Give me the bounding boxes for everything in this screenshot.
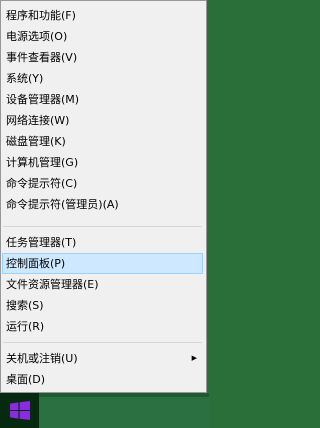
menu-item-label: 程序和功能(F): [6, 9, 76, 22]
menu-item-programs-and-features[interactable]: 程序和功能(F): [2, 5, 203, 26]
menu-item-disk-management[interactable]: 磁盘管理(K): [2, 131, 203, 152]
menu-item-network-connections[interactable]: 网络连接(W): [2, 110, 203, 131]
menu-item-label: 文件资源管理器(E): [6, 278, 99, 291]
menu-item-device-manager[interactable]: 设备管理器(M): [2, 89, 203, 110]
menu-item-label: 命令提示符(C): [6, 177, 78, 190]
menu-item-event-viewer[interactable]: 事件查看器(V): [2, 47, 203, 68]
menu-separator: [3, 226, 202, 227]
menu-item-search[interactable]: 搜索(S): [2, 295, 203, 316]
menu-item-computer-management[interactable]: 计算机管理(G): [2, 152, 203, 173]
menu-item-shutdown-or-sign-out[interactable]: 关机或注销(U) ▶: [2, 348, 203, 369]
menu-item-label: 运行(R): [6, 320, 45, 333]
menu-item-power-options[interactable]: 电源选项(O): [2, 26, 203, 47]
submenu-arrow-icon: ▶: [191, 354, 197, 362]
menu-item-run[interactable]: 运行(R): [2, 316, 203, 337]
menu-item-label: 磁盘管理(K): [6, 135, 66, 148]
menu-separator: [3, 342, 202, 343]
menu-item-control-panel[interactable]: 控制面板(P): [2, 253, 203, 274]
menu-item-label: 命令提示符(管理员)(A): [6, 198, 119, 211]
menu-item-label: 桌面(D): [6, 373, 46, 386]
menu-item-file-explorer[interactable]: 文件资源管理器(E): [2, 274, 203, 295]
menu-item-label: 系统(Y): [6, 72, 44, 85]
menu-item-label: 计算机管理(G): [6, 156, 79, 169]
start-button[interactable]: [0, 393, 39, 428]
menu-item-label: 事件查看器(V): [6, 51, 78, 64]
menu-item-task-manager[interactable]: 任务管理器(T): [2, 232, 203, 253]
menu-item-label: 关机或注销(U): [6, 352, 78, 365]
taskbar-edge: [39, 393, 209, 397]
menu-item-desktop[interactable]: 桌面(D): [2, 369, 203, 390]
menu-item-label: 网络连接(W): [6, 114, 70, 127]
menu-item-label: 电源选项(O): [6, 30, 68, 43]
menu-item-command-prompt-admin[interactable]: 命令提示符(管理员)(A): [2, 194, 203, 215]
menu-item-system[interactable]: 系统(Y): [2, 68, 203, 89]
menu-item-label: 设备管理器(M): [6, 93, 80, 106]
menu-item-label: 任务管理器(T): [6, 236, 77, 249]
windows-logo-icon: [10, 401, 30, 420]
menu-item-command-prompt[interactable]: 命令提示符(C): [2, 173, 203, 194]
menu-item-label: 搜索(S): [6, 299, 44, 312]
menu-item-label: 控制面板(P): [6, 257, 66, 270]
